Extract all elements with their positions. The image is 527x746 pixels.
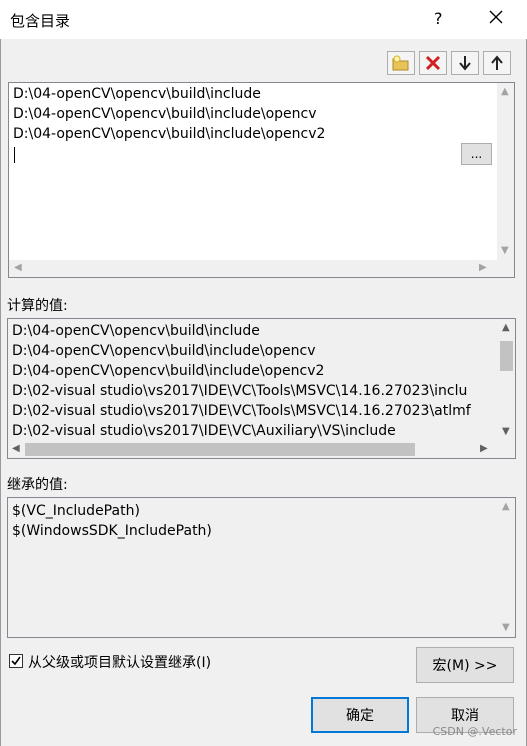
inherited-label: 继承的值: (7, 477, 68, 493)
close-icon (489, 10, 503, 24)
scroll-down-icon[interactable]: ▼ (502, 623, 510, 633)
scroll-right-icon[interactable]: ▶ (480, 444, 488, 454)
move-up-button[interactable] (483, 51, 511, 75)
edit-list-hscroll[interactable]: ◀ ▶ (9, 260, 514, 277)
watermark: CSDN @.Vector (432, 725, 517, 738)
computed-vscroll[interactable]: ▲ ▼ (498, 319, 515, 441)
inherited-item: $(WindowsSDK_IncludePath) (12, 523, 212, 539)
help-button[interactable]: ? (434, 9, 443, 28)
computed-label: 计算的值: (7, 298, 68, 314)
computed-item: D:\02-visual studio\vs2017\IDE\VC\Auxili… (12, 423, 396, 439)
arrow-up-icon (491, 55, 503, 70)
scroll-thumb[interactable] (500, 341, 513, 371)
inherit-checkbox[interactable] (9, 654, 23, 668)
computed-list[interactable]: D:\04-openCV\opencv\build\include D:\04-… (7, 318, 516, 459)
edit-list-vscroll[interactable]: ▲ ▼ (497, 83, 514, 260)
edit-list-item[interactable]: D:\04-openCV\opencv\build\include (13, 84, 261, 104)
new-line-button[interactable] (387, 51, 415, 75)
window-title: 包含目录 (10, 12, 71, 30)
new-item-input[interactable] (11, 144, 464, 166)
computed-item: D:\04-openCV\opencv\build\include\opencv… (12, 363, 325, 379)
scroll-up-icon[interactable]: ▲ (502, 502, 510, 512)
computed-item: D:\02-visual studio\vs2017\IDE\VC\Tools\… (12, 383, 468, 399)
scroll-down-icon[interactable]: ▼ (501, 246, 509, 256)
macros-button[interactable]: 宏(M) >> (416, 647, 514, 683)
computed-item: D:\02-visual studio\vs2017\IDE\VC\Tools\… (12, 403, 471, 419)
browse-button-label: ... (470, 147, 483, 161)
scroll-down-icon[interactable]: ▼ (502, 427, 510, 437)
text-cursor (14, 147, 15, 163)
scroll-up-icon[interactable]: ▲ (502, 323, 510, 333)
computed-item: D:\04-openCV\opencv\build\include\opencv (12, 343, 316, 359)
title-bar: 包含目录 ? (0, 0, 527, 39)
computed-item: D:\04-openCV\opencv\build\include (12, 323, 260, 339)
scroll-left-icon[interactable]: ◀ (14, 263, 22, 273)
delete-x-icon (425, 55, 441, 71)
scroll-up-icon[interactable]: ▲ (501, 87, 509, 97)
folder-new-icon (392, 55, 409, 71)
ok-button-label: 确定 (346, 708, 374, 724)
edit-list-item[interactable]: D:\04-openCV\opencv\build\include\opencv… (13, 124, 325, 144)
dialog-border-left (0, 39, 1, 746)
delete-line-button[interactable] (419, 51, 447, 75)
inherited-vscroll[interactable]: ▲ ▼ (498, 498, 515, 637)
scroll-left-icon[interactable]: ◀ (12, 444, 20, 454)
inherited-item: $(VC_IncludePath) (12, 503, 140, 519)
close-button[interactable] (486, 7, 506, 27)
edit-list-item[interactable]: D:\04-openCV\opencv\build\include\opencv (13, 104, 317, 124)
inherited-list[interactable]: $(VC_IncludePath) $(WindowsSDK_IncludePa… (7, 497, 516, 638)
macros-button-label: 宏(M) >> (432, 658, 498, 674)
checkmark-icon (11, 656, 21, 666)
edit-list[interactable]: D:\04-openCV\opencv\build\include D:\04-… (8, 82, 515, 278)
scroll-thumb[interactable] (25, 443, 415, 456)
cancel-button-label: 取消 (451, 708, 479, 724)
inherit-checkbox-label[interactable]: 从父级或项目默认设置继承(I) (28, 652, 211, 672)
ok-button[interactable]: 确定 (311, 697, 409, 733)
scroll-right-icon[interactable]: ▶ (479, 263, 487, 273)
move-down-button[interactable] (451, 51, 479, 75)
arrow-down-icon (459, 56, 471, 71)
browse-button[interactable]: ... (461, 143, 492, 165)
computed-hscroll[interactable]: ◀ ▶ (8, 441, 498, 458)
